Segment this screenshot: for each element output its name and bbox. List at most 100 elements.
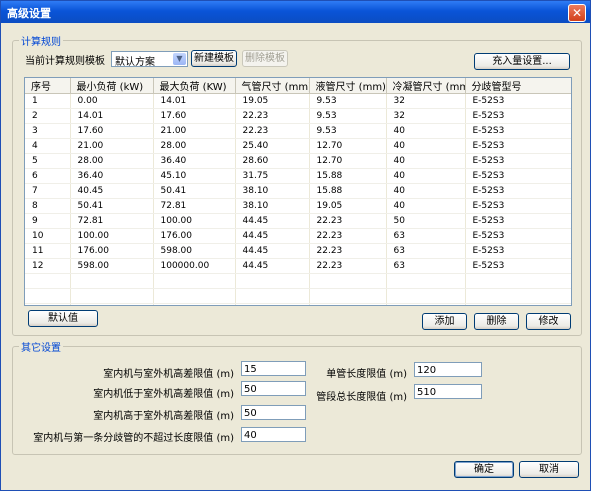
single-pipe-length-input[interactable]: 120 <box>414 362 482 377</box>
empty-cell <box>25 303 71 305</box>
table-row[interactable]: 4 21.00 28.00 25.40 12.70 40 E-52S3 <box>25 138 571 154</box>
default-values-button[interactable]: 默认值 <box>28 310 98 327</box>
table-cell: 44.45 <box>235 258 310 274</box>
column-header[interactable]: 液管尺寸 (mm) <box>309 78 387 94</box>
table-row[interactable]: 7 40.45 50.41 38.10 15.88 40 E-52S3 <box>25 183 571 199</box>
table-row[interactable]: 1 0.00 14.01 19.05 9.53 32 E-52S3 <box>25 93 571 109</box>
field-label: 室内机低于室外机高差限值 (m) <box>93 389 234 400</box>
total-pipe-length-input[interactable]: 510 <box>414 384 482 399</box>
table-cell: 19.05 <box>235 93 310 109</box>
table-row[interactable]: 9 72.81 100.00 44.45 22.23 50 E-52S3 <box>25 213 571 229</box>
table-cell: E-52S3 <box>465 123 571 139</box>
empty-cell <box>386 273 466 289</box>
table-cell: 72.81 <box>153 198 236 214</box>
rules-grid: 序号 最小负荷 (kW) 最大负荷 (KW) 气管尺寸 (mm) 液管尺寸 (m… <box>25 78 571 305</box>
table-cell: 3 <box>25 123 71 139</box>
empty-cell <box>153 303 236 305</box>
table-cell: 25.40 <box>235 138 310 154</box>
empty-cell <box>309 288 387 304</box>
cancel-button[interactable]: 取消 <box>519 461 579 478</box>
table-cell: 1 <box>25 93 71 109</box>
empty-cell <box>153 273 236 289</box>
table-row[interactable]: 5 28.00 36.40 28.60 12.70 40 E-52S3 <box>25 153 571 169</box>
rules-table[interactable]: 序号 最小负荷 (kW) 最大负荷 (KW) 气管尺寸 (mm) 液管尺寸 (m… <box>24 77 572 306</box>
table-cell: 32 <box>386 93 466 109</box>
empty-cell <box>153 288 236 304</box>
field-label: 室内机高于室外机高差限值 (m) <box>93 411 234 422</box>
table-cell: 72.81 <box>70 213 154 229</box>
indoor-outdoor-height-diff-input[interactable]: 15 <box>241 361 306 376</box>
first-branch-length-input[interactable]: 40 <box>241 427 306 442</box>
other-settings-legend: 其它设置 <box>21 343 61 354</box>
template-select[interactable]: 默认方案 ▼ <box>111 51 188 68</box>
table-cell: 12.70 <box>309 153 387 169</box>
table-cell: 38.10 <box>235 183 310 199</box>
table-cell: E-52S3 <box>465 153 571 169</box>
delete-template-button[interactable]: 删除模板 <box>242 50 288 67</box>
empty-cell <box>235 288 310 304</box>
table-cell: 9.53 <box>309 108 387 124</box>
table-header-row: 序号 最小负荷 (kW) 最大负荷 (KW) 气管尺寸 (mm) 液管尺寸 (m… <box>25 78 571 94</box>
empty-cell <box>465 273 571 289</box>
delete-button[interactable]: 删除 <box>474 313 519 330</box>
table-cell: 21.00 <box>70 138 154 154</box>
table-cell: 44.45 <box>235 213 310 229</box>
table-cell: 50 <box>386 213 466 229</box>
column-header[interactable]: 冷凝管尺寸 (mm) <box>386 78 466 94</box>
add-button[interactable]: 添加 <box>422 313 467 330</box>
table-cell: E-52S3 <box>465 93 571 109</box>
field-label: 单管长度限值 (m) <box>326 369 407 380</box>
table-row[interactable]: 2 14.01 17.60 22.23 9.53 32 E-52S3 <box>25 108 571 124</box>
field-label: 室内机与室外机高差限值 (m) <box>103 369 234 380</box>
indoor-below-outdoor-input[interactable]: 50 <box>241 381 306 396</box>
advanced-settings-dialog: 高级设置 ✕ 计算规则 当前计算规则模板 默认方案 ▼ 新建模板 删除模板 充入… <box>0 0 591 491</box>
table-row[interactable]: 12 598.00 100000.00 44.45 22.23 63 E-52S3 <box>25 258 571 274</box>
table-cell: 22.23 <box>309 258 387 274</box>
table-cell: 36.40 <box>70 168 154 184</box>
table-cell: 14.01 <box>70 108 154 124</box>
table-cell: 100.00 <box>153 213 236 229</box>
title-bar[interactable]: 高级设置 ✕ <box>1 1 590 23</box>
empty-cell <box>386 303 466 305</box>
table-cell: E-52S3 <box>465 183 571 199</box>
empty-cell <box>25 288 71 304</box>
template-label: 当前计算规则模板 <box>25 56 105 67</box>
table-cell: E-52S3 <box>465 198 571 214</box>
table-cell: 19.05 <box>309 198 387 214</box>
table-cell: 12 <box>25 258 71 274</box>
table-row[interactable]: 6 36.40 45.10 31.75 15.88 40 E-52S3 <box>25 168 571 184</box>
field-label: 室内机与第一条分歧管的不超过长度限值 (m) <box>33 433 234 444</box>
column-header[interactable]: 序号 <box>25 78 71 94</box>
table-cell: 22.23 <box>309 243 387 259</box>
table-cell: 31.75 <box>235 168 310 184</box>
table-cell: 40 <box>386 198 466 214</box>
table-cell: 22.23 <box>309 213 387 229</box>
refrigerant-settings-button[interactable]: 充入量设置... <box>474 53 570 70</box>
table-cell: 63 <box>386 258 466 274</box>
table-cell: 100000.00 <box>153 258 236 274</box>
chevron-down-icon[interactable]: ▼ <box>173 53 186 65</box>
column-header[interactable]: 最大负荷 (KW) <box>153 78 236 94</box>
table-row[interactable]: 3 17.60 21.00 22.23 9.53 40 E-52S3 <box>25 123 571 139</box>
table-cell: 63 <box>386 228 466 244</box>
table-cell: 44.45 <box>235 228 310 244</box>
empty-cell <box>235 303 310 305</box>
rules-table-body: 1 0.00 14.01 19.05 9.53 32 E-52S3 2 14.01 17.60 22… <box>25 93 571 305</box>
indoor-above-outdoor-input[interactable]: 50 <box>241 405 306 420</box>
table-row[interactable]: 11 176.00 598.00 44.45 22.23 63 E-52S3 <box>25 243 571 259</box>
table-row[interactable]: 8 50.41 72.81 38.10 19.05 40 E-52S3 <box>25 198 571 214</box>
column-header[interactable]: 最小负荷 (kW) <box>70 78 154 94</box>
close-button[interactable]: ✕ <box>568 4 586 22</box>
table-cell: E-52S3 <box>465 108 571 124</box>
table-row[interactable]: 10 100.00 176.00 44.45 22.23 63 E-52S3 <box>25 228 571 244</box>
table-cell: 28.60 <box>235 153 310 169</box>
table-cell: E-52S3 <box>465 243 571 259</box>
edit-button[interactable]: 修改 <box>526 313 571 330</box>
column-header[interactable]: 气管尺寸 (mm) <box>235 78 310 94</box>
table-cell: 9.53 <box>309 93 387 109</box>
ok-button[interactable]: 确定 <box>454 461 514 478</box>
table-cell: 50.41 <box>70 198 154 214</box>
empty-cell <box>25 273 71 289</box>
new-template-button[interactable]: 新建模板 <box>191 50 237 67</box>
column-header[interactable]: 分歧管型号 <box>465 78 571 94</box>
